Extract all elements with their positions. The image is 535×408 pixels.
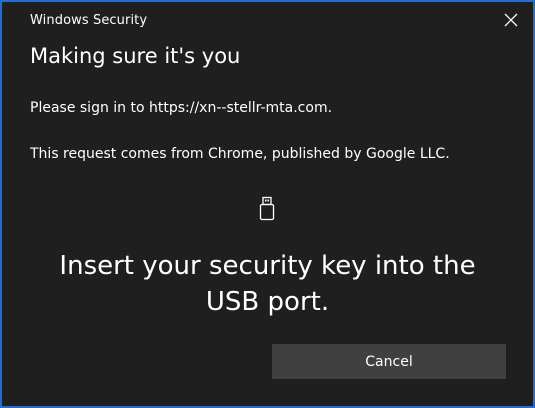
usb-key-icon [258,196,276,222]
app-title: Windows Security [30,13,148,28]
close-icon [503,12,519,28]
dialog-heading: Making sure it's you [30,44,241,68]
close-button[interactable] [503,12,519,28]
signin-message: Please sign in to https://xn--stellr-mta… [30,100,333,116]
instruction-text: Insert your security key into the USB po… [59,251,476,317]
windows-security-dialog: Windows Security Making sure it's you Pl… [0,0,535,408]
cancel-button[interactable]: Cancel [272,344,506,379]
title-bar: Windows Security [2,2,533,38]
request-origin-message: This request comes from Chrome, publishe… [30,146,450,162]
